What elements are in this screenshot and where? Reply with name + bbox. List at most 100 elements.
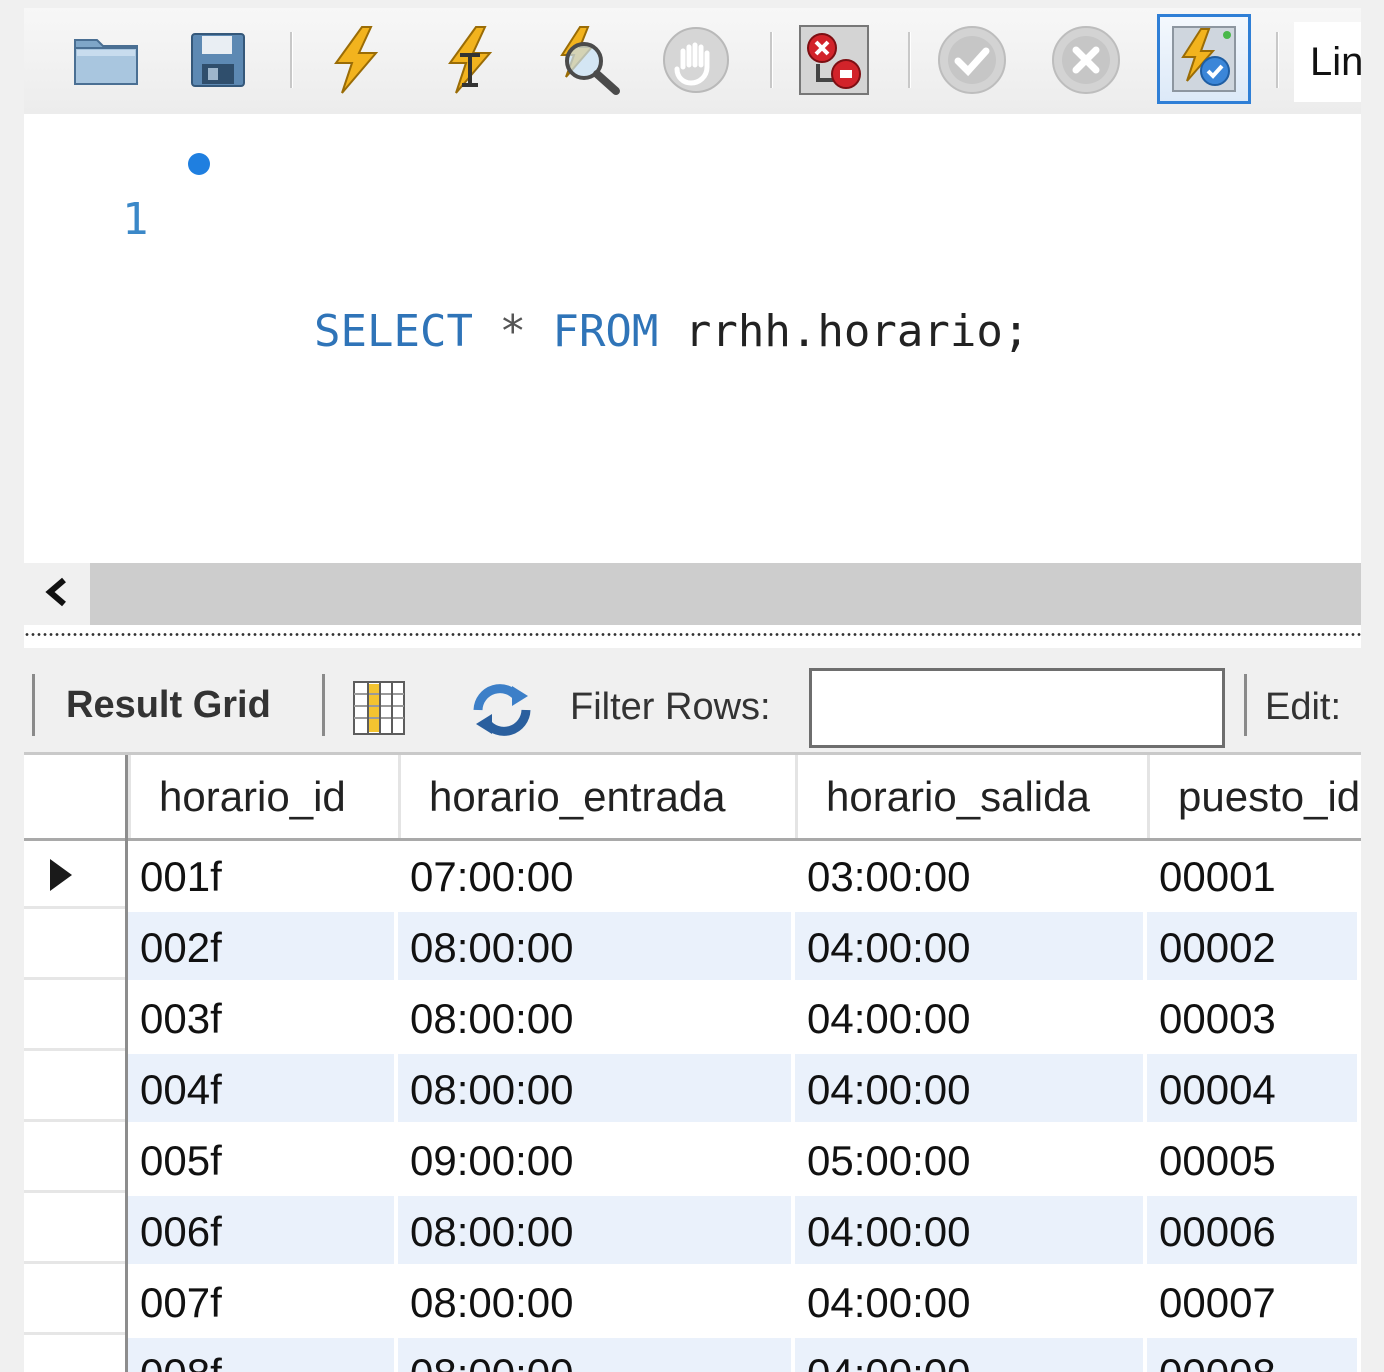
table-cell[interactable]: 004f [128, 1054, 398, 1122]
column-header-horario-salida[interactable]: horario_salida [795, 755, 1150, 838]
table-cell[interactable]: 04:00:00 [795, 1267, 1147, 1335]
continue-on-error-button[interactable] [796, 22, 872, 98]
toolbar-separator [322, 674, 325, 736]
row-selector[interactable] [24, 1125, 125, 1193]
table-row[interactable]: 007f 08:00:00 04:00:00 00007 [24, 1267, 1361, 1335]
stop-hand-icon [661, 25, 731, 95]
row-selector[interactable] [24, 912, 125, 980]
save-icon [188, 30, 248, 90]
explain-button[interactable] [548, 22, 624, 98]
table-cell[interactable]: 005f [128, 1125, 398, 1193]
table-cell[interactable]: 008f [128, 1338, 398, 1372]
horizontal-scrollbar[interactable] [24, 563, 1361, 625]
table-row[interactable]: 001f 07:00:00 03:00:00 00001 [24, 841, 1361, 909]
scrollbar-track[interactable] [90, 563, 1361, 625]
table-cell[interactable]: 001f [128, 841, 398, 909]
column-header-puesto-id[interactable]: puesto_id [1147, 755, 1361, 838]
result-toolbar: Result Grid Filter Rows: Edit: [24, 648, 1361, 755]
table-cell[interactable]: 09:00:00 [398, 1125, 795, 1193]
table-cell[interactable]: 04:00:00 [795, 983, 1147, 1051]
grid-columns-icon [352, 681, 406, 740]
table-cell[interactable]: 08:00:00 [398, 983, 795, 1051]
limit-rows-dropdown[interactable]: Lin [1294, 22, 1361, 102]
table-cell[interactable]: 00007 [1147, 1267, 1361, 1335]
table-row[interactable]: 008f08:00:0004:00:0000008 [24, 1338, 1361, 1372]
table-cell[interactable]: 007f [128, 1267, 398, 1335]
stop-button[interactable] [658, 22, 734, 98]
row-selector[interactable] [24, 841, 125, 909]
table-cell[interactable]: 00004 [1147, 1054, 1361, 1122]
sql-editor-area[interactable]: 1 SELECT * FROM rrhh.horario; [24, 114, 1361, 563]
result-grid-tab[interactable]: Result Grid [66, 684, 271, 727]
row-selector[interactable] [24, 983, 125, 1051]
grid-header: horario_id horario_entrada horario_salid… [24, 755, 1361, 841]
row-selector[interactable] [24, 1267, 125, 1335]
save-script-button[interactable] [180, 22, 256, 98]
table-cell[interactable]: 003f [128, 983, 398, 1051]
table-row[interactable]: 003f 08:00:00 04:00:00 00003 [24, 983, 1361, 1051]
query-tab-panel: Lin 1 SELECT * FROM rrhh.horario; Result… [24, 8, 1361, 1372]
column-header-horario-entrada[interactable]: horario_entrada [398, 755, 798, 838]
table-cell[interactable]: 00002 [1147, 912, 1361, 980]
table-cell[interactable]: 03:00:00 [795, 841, 1147, 909]
form-view-button[interactable] [352, 680, 406, 741]
table-cell[interactable]: 08:00:00 [398, 1054, 795, 1122]
table-cell[interactable]: 05:00:00 [795, 1125, 1147, 1193]
table-cell[interactable]: 00001 [1147, 841, 1361, 909]
table-cell[interactable]: 006f [128, 1196, 398, 1264]
toolbar-separator [1244, 674, 1247, 736]
autocommit-toggle-icon [1169, 23, 1239, 95]
row-selector[interactable] [24, 1338, 125, 1372]
table-cell[interactable]: 08:00:00 [398, 1267, 795, 1335]
panel-splitter[interactable] [24, 632, 1361, 637]
open-folder-icon [71, 30, 141, 90]
table-row[interactable]: 004f 08:00:00 04:00:00 00004 [24, 1054, 1361, 1122]
scroll-left-button[interactable] [24, 563, 90, 625]
sql-star: * [499, 306, 526, 357]
table-cell[interactable]: 08:00:00 [398, 912, 795, 980]
autocommit-toggle-button[interactable] [1157, 14, 1251, 104]
explain-magnifier-icon [550, 25, 622, 95]
commit-button[interactable] [934, 22, 1010, 98]
edit-label: Edit: [1265, 686, 1342, 728]
toolbar-separator [1276, 32, 1279, 88]
table-cell[interactable]: 00003 [1147, 983, 1361, 1051]
code-line: 1 SELECT * FROM rrhh.horario; [24, 136, 1361, 357]
table-cell[interactable]: 04:00:00 [795, 1196, 1147, 1264]
sql-keyword-from: FROM [552, 306, 659, 357]
table-row[interactable]: 006f 08:00:00 04:00:00 00006 [24, 1196, 1361, 1264]
refresh-button[interactable] [468, 682, 536, 743]
execute-lightning-icon [324, 25, 388, 95]
execute-current-button[interactable] [432, 22, 508, 98]
toggle-continue-on-error-icon [798, 24, 870, 96]
open-script-button[interactable] [68, 22, 144, 98]
row-header-corner [24, 755, 125, 838]
sql-statement[interactable]: SELECT * FROM rrhh.horario; [314, 304, 1029, 360]
filter-rows-input[interactable] [809, 668, 1225, 748]
toolbar-separator [32, 674, 35, 736]
sql-toolbar: Lin [24, 8, 1361, 115]
statement-marker-icon [188, 153, 210, 175]
row-selector[interactable] [24, 1054, 125, 1122]
table-cell[interactable]: 04:00:00 [795, 1054, 1147, 1122]
table-cell[interactable]: 04:00:00 [795, 1338, 1147, 1372]
table-cell[interactable]: 00005 [1147, 1125, 1361, 1193]
column-header-horario-id[interactable]: horario_id [128, 755, 400, 838]
commit-check-icon [936, 24, 1008, 96]
table-cell[interactable]: 04:00:00 [795, 912, 1147, 980]
sql-keyword-select: SELECT [314, 306, 473, 357]
execute-button[interactable] [318, 22, 394, 98]
rollback-button[interactable] [1048, 22, 1124, 98]
table-cell[interactable]: 00008 [1147, 1338, 1361, 1372]
current-row-arrow-icon [50, 859, 72, 891]
row-selector[interactable] [24, 1196, 125, 1264]
table-cell[interactable]: 002f [128, 912, 398, 980]
table-cell[interactable]: 00006 [1147, 1196, 1361, 1264]
table-row[interactable]: 005f 09:00:00 05:00:00 00005 [24, 1125, 1361, 1193]
table-row[interactable]: 002f 08:00:00 04:00:00 00002 [24, 912, 1361, 980]
table-cell[interactable]: 07:00:00 [398, 841, 795, 909]
table-cell[interactable]: 08:00:00 [398, 1196, 795, 1264]
filter-rows-label: Filter Rows: [570, 686, 771, 728]
table-cell[interactable]: 08:00:00 [398, 1338, 795, 1372]
toolbar-separator [908, 32, 911, 88]
